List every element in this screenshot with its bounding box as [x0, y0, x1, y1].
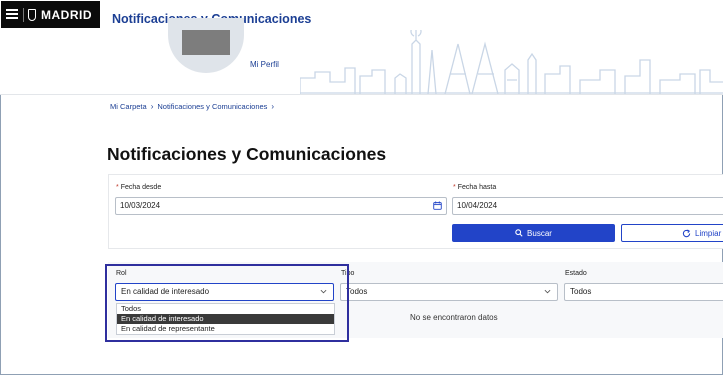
fecha-desde-value: 10/03/2024 [120, 201, 161, 210]
page-title: Notificaciones y Comunicaciones [107, 144, 387, 164]
breadcrumb-item-notificaciones[interactable]: Notificaciones y Comunicaciones [157, 102, 267, 111]
fecha-desde-label-text: Fecha desde [120, 184, 162, 191]
estado-select-value: Todos [570, 287, 592, 296]
refresh-icon [682, 228, 691, 237]
estado-label: Estado [565, 270, 587, 277]
madrid-skyline-illustration [300, 30, 723, 94]
fecha-desde-label: * Fecha desde [116, 184, 161, 191]
limpiar-button-label: Limpiar [695, 228, 722, 238]
annotation-highlight-box [105, 264, 349, 342]
tipo-select-value: Todos [346, 287, 368, 296]
avatar [182, 30, 230, 55]
required-marker: * [116, 184, 119, 191]
profile-link[interactable]: Mi Perfil [250, 60, 279, 69]
site-header: MADRID Notificaciones y Comunicaciones M… [0, 0, 723, 95]
buscar-button[interactable]: Buscar [452, 224, 615, 242]
menu-icon[interactable] [6, 9, 18, 19]
city-crest-icon [28, 9, 36, 21]
chevron-right-icon: › [271, 102, 275, 111]
fecha-hasta-input[interactable]: 10/04/2024 [452, 197, 723, 215]
fecha-desde-input[interactable]: 10/03/2024 [115, 197, 447, 215]
breadcrumb-item-mi-carpeta[interactable]: Mi Carpeta [110, 102, 147, 111]
tipo-select[interactable]: Todos [340, 283, 558, 301]
brand-separator [23, 8, 24, 22]
chevron-down-icon [544, 289, 551, 294]
estado-select[interactable]: Todos [564, 283, 723, 301]
buscar-button-label: Buscar [527, 228, 552, 238]
fecha-hasta-value: 10/04/2024 [457, 201, 498, 210]
calendar-icon[interactable] [433, 201, 442, 210]
chevron-right-icon: › [150, 102, 154, 111]
brand-bar: MADRID [1, 1, 100, 28]
limpiar-button[interactable]: Limpiar [621, 224, 723, 242]
brand-logo-text[interactable]: MADRID [41, 8, 92, 22]
search-icon [515, 229, 523, 237]
breadcrumb: Mi Carpeta › Notificaciones y Comunicaci… [110, 102, 274, 111]
required-marker: * [453, 184, 456, 191]
empty-results-message: No se encontraron datos [410, 313, 498, 322]
fecha-hasta-label-text: Fecha hasta [457, 184, 497, 191]
fecha-hasta-label: * Fecha hasta [453, 184, 496, 191]
